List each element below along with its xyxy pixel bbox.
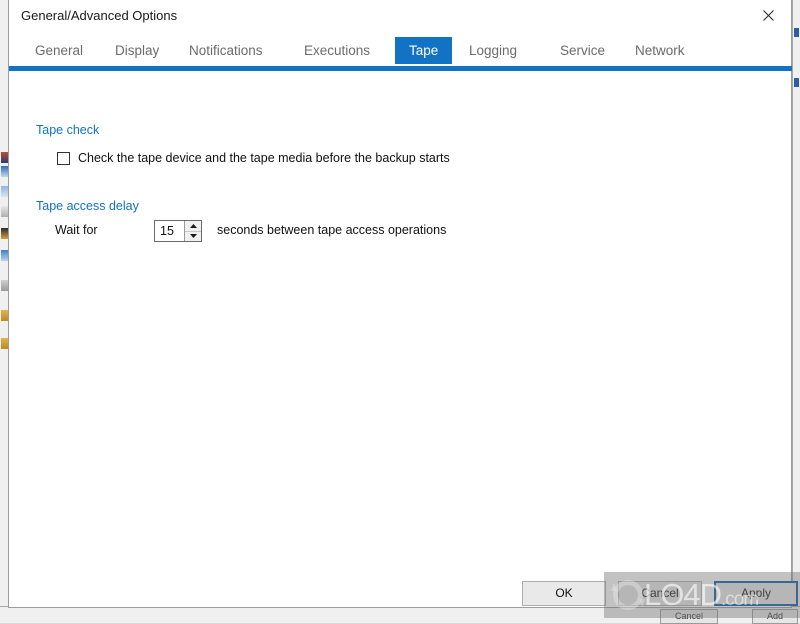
tape-access-delay-input[interactable]: 15 — [155, 221, 184, 241]
background-panel-marker — [794, 28, 799, 37]
check-tape-device-checkbox[interactable] — [57, 151, 70, 165]
seconds-suffix-row: seconds between tape access operations — [217, 223, 446, 237]
background-toolbar-icon — [1, 280, 8, 291]
dialog-titlebar: General/Advanced Options — [9, 0, 791, 34]
tab-tape[interactable]: Tape — [395, 37, 453, 64]
tab-logging[interactable]: Logging — [455, 37, 531, 64]
tab-notifications[interactable]: Notifications — [175, 37, 277, 64]
check-tape-device-label: Check the tape device and the tape media… — [78, 151, 450, 165]
stepper-arrows — [184, 221, 201, 241]
tape-access-delay-stepper[interactable]: 15 — [154, 220, 202, 242]
tab-executions[interactable]: Executions — [290, 37, 384, 64]
cancel-button[interactable]: Cancel — [618, 581, 702, 606]
tab-strip: General Display Notifications Executions… — [9, 34, 791, 67]
background-panel-marker — [794, 78, 799, 87]
chevron-down-icon — [189, 234, 197, 239]
background-bottom-button: Add — [752, 609, 798, 624]
close-button[interactable] — [745, 0, 791, 30]
background-bottom-bar: Cancel Add — [0, 606, 800, 624]
stepper-increment-button[interactable] — [185, 221, 201, 231]
background-right-panel — [792, 0, 800, 623]
tape-access-delay-group-label: Tape access delay — [36, 199, 139, 213]
background-toolbar-icon — [1, 186, 8, 197]
apply-button[interactable]: Apply — [714, 581, 798, 606]
wait-for-label: Wait for — [55, 223, 98, 237]
background-toolbar-icon — [1, 250, 8, 261]
close-icon — [762, 9, 774, 21]
chevron-up-icon — [189, 223, 197, 228]
background-toolbar-icon — [1, 206, 8, 217]
general-advanced-options-dialog: General/Advanced Options General Display… — [8, 0, 798, 608]
background-toolbar-icon — [1, 228, 8, 239]
background-toolbar-icon — [1, 338, 8, 349]
background-toolbar-icon — [1, 310, 8, 321]
ok-button[interactable]: OK — [522, 581, 606, 606]
wait-for-label-row: Wait for — [55, 223, 98, 237]
tape-check-group-label: Tape check — [36, 123, 100, 137]
tab-display[interactable]: Display — [101, 37, 173, 64]
tape-check-row: Check the tape device and the tape media… — [57, 151, 450, 165]
background-bottom-button: Cancel — [660, 609, 718, 624]
seconds-between-operations-label: seconds between tape access operations — [217, 223, 447, 237]
background-toolbar-icon — [1, 152, 8, 163]
tab-service[interactable]: Service — [546, 37, 619, 64]
tab-general[interactable]: General — [21, 37, 97, 64]
tab-network[interactable]: Network — [621, 37, 699, 64]
stepper-decrement-button[interactable] — [185, 230, 201, 242]
tape-tab-panel: Tape check Check the tape device and the… — [9, 71, 798, 607]
dialog-title: General/Advanced Options — [21, 8, 178, 23]
background-toolbar-icon — [1, 166, 8, 177]
